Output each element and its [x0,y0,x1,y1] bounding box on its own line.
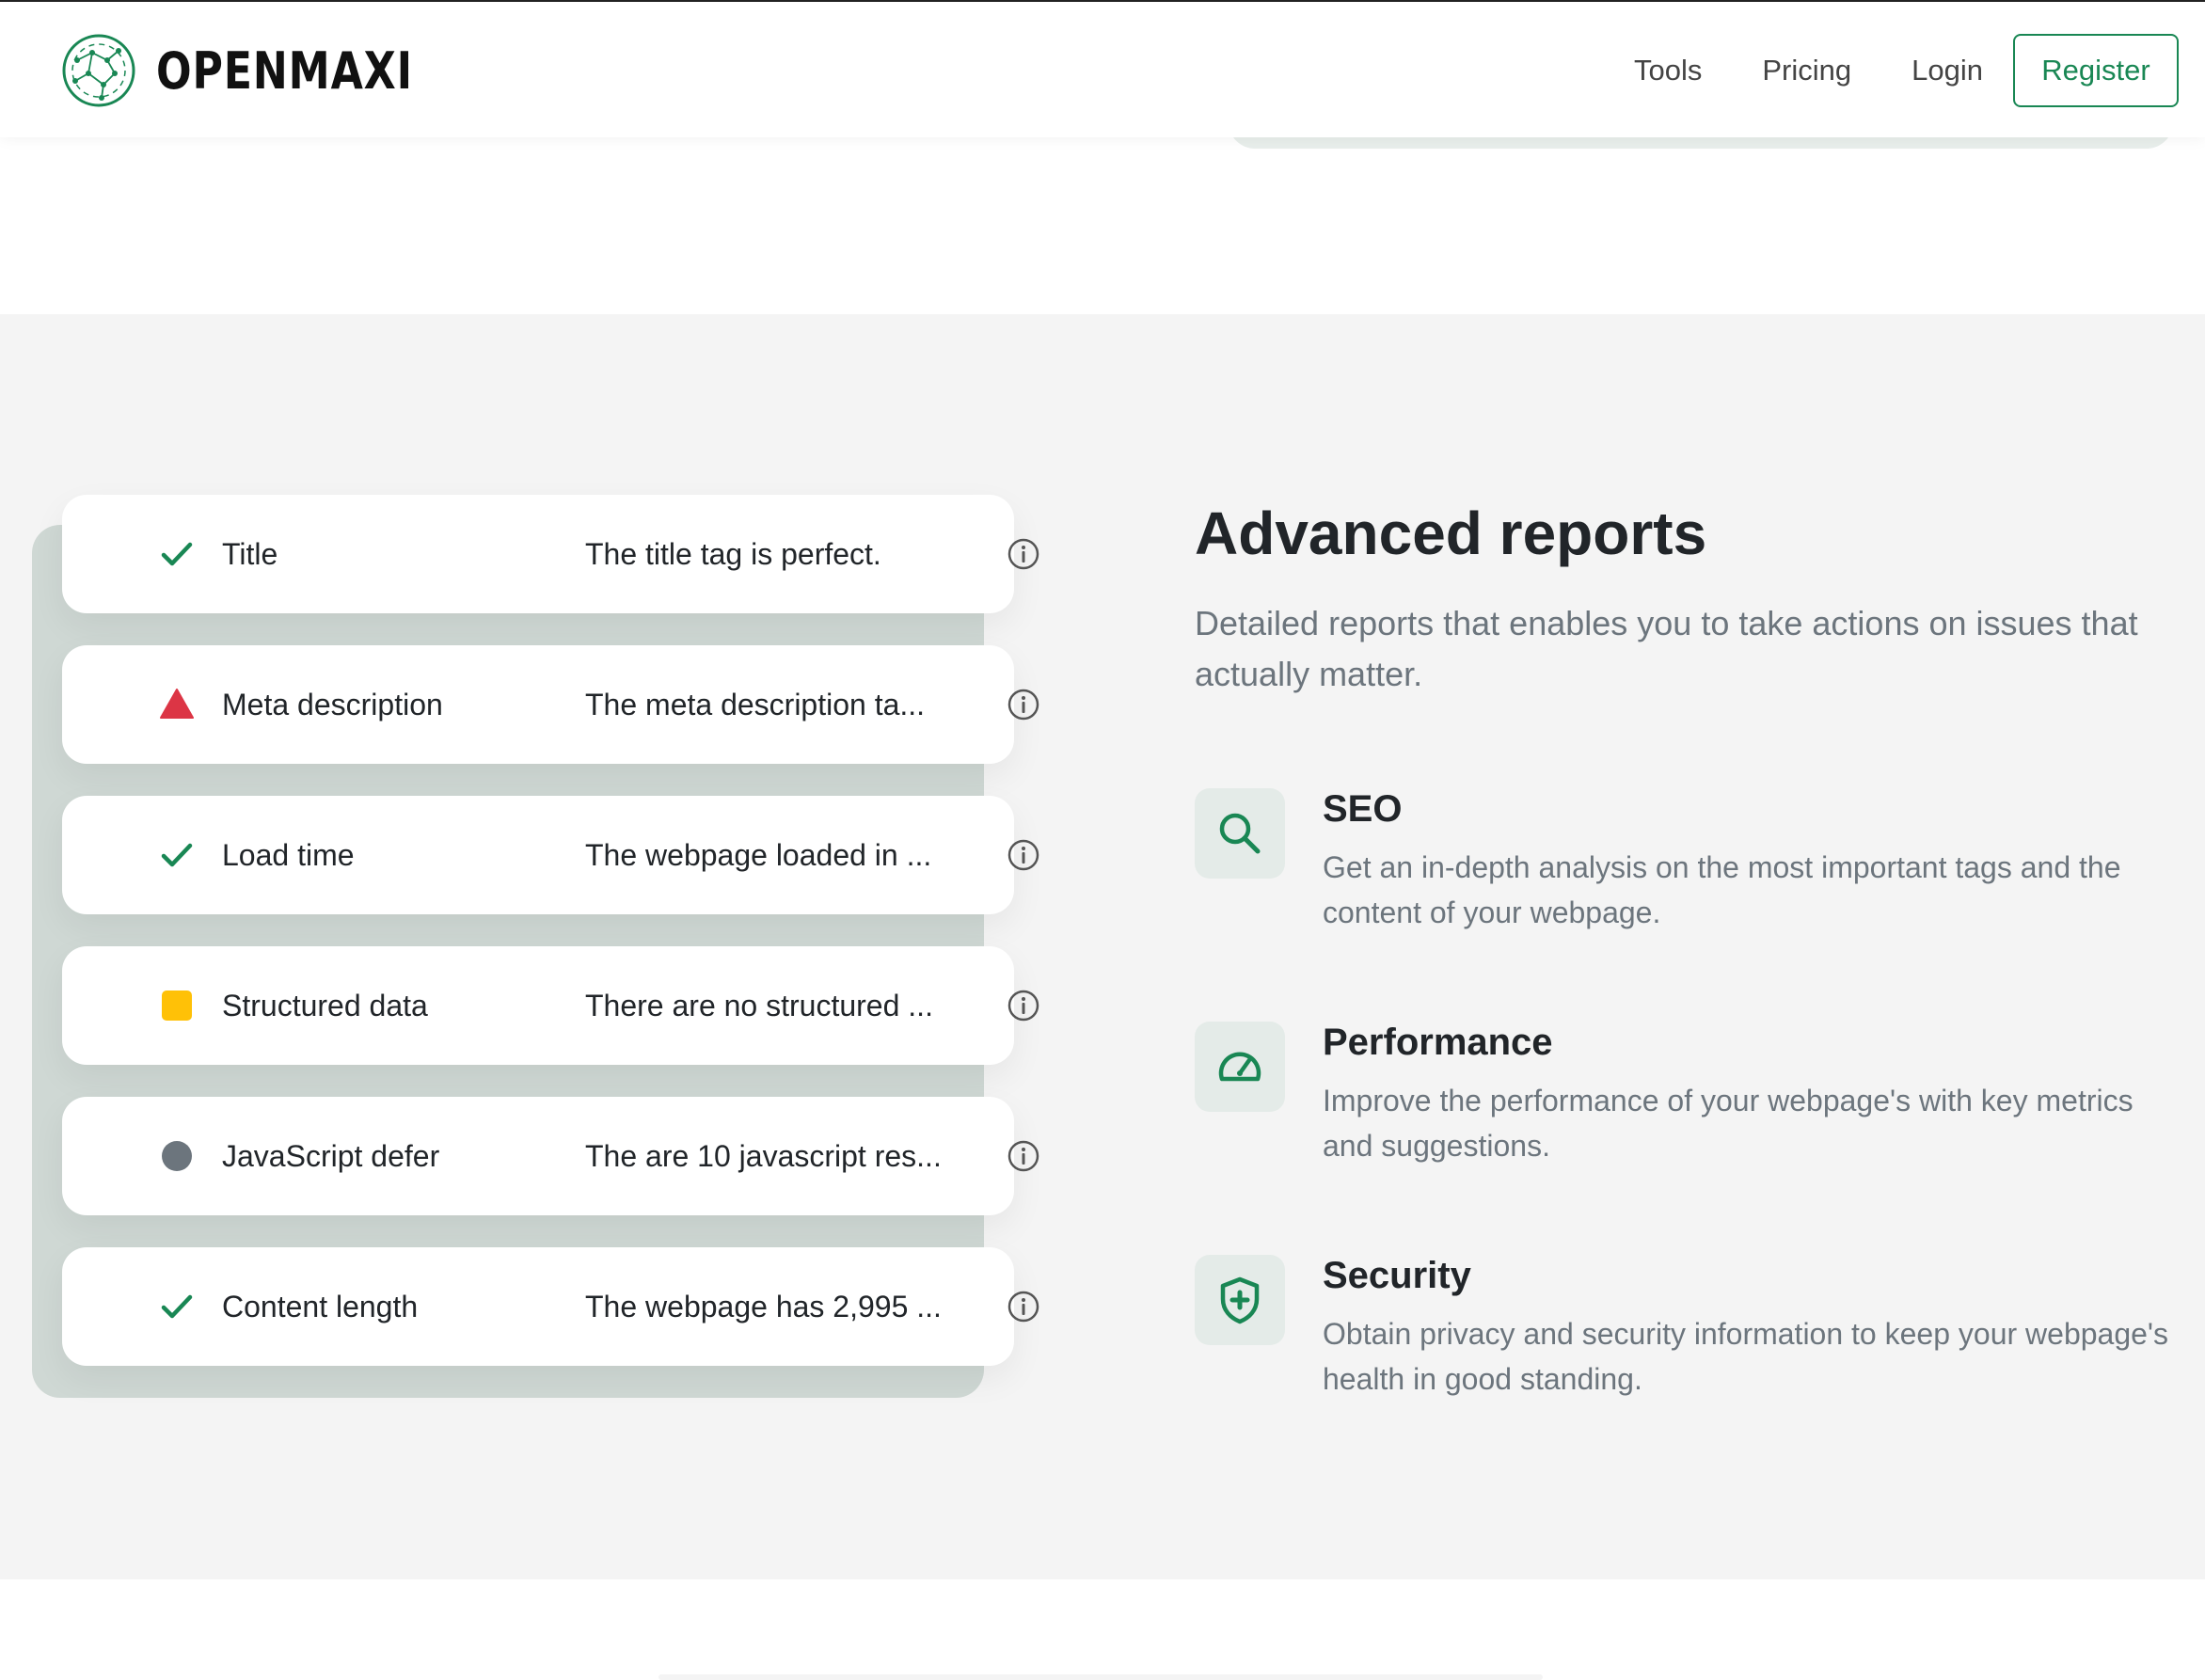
feature-title: Performance [1323,1022,1553,1063]
nav-tools[interactable]: Tools [1634,54,1702,87]
advanced-reports-section: Title The title tag is perfect. Meta des… [0,314,2205,1579]
square-status-icon [158,987,196,1024]
search-icon [1195,788,1285,879]
row-label: Title [222,536,278,571]
info-icon[interactable] [1007,537,1040,571]
check-icon [158,836,196,874]
register-button[interactable]: Register [2013,34,2179,107]
site-header: OPENMAXI Tools Pricing Login Register [0,2,2205,137]
nav-pricing[interactable]: Pricing [1762,54,1851,87]
check-icon [158,1288,196,1325]
section-lead: Detailed reports that enables you to tak… [1195,604,2138,693]
check-icon [158,535,196,573]
feature-text: Obtain privacy and security information … [1323,1317,2169,1396]
main-nav: Tools Pricing Login Register [1634,34,2179,107]
report-row-title: Title The title tag is perfect. [62,495,1039,613]
page: OPENMAXI Tools Pricing Login Register Ti… [0,0,2205,1680]
info-icon[interactable] [1007,838,1040,872]
nav-login[interactable]: Login [1912,54,1983,87]
speedometer-icon [1195,1022,1285,1112]
info-icon[interactable] [1007,1139,1040,1173]
row-label: Structured data [222,988,428,1022]
brand-logo[interactable]: OPENMAXI [60,32,469,109]
circle-status-icon [158,1137,196,1175]
info-icon[interactable] [1007,1290,1040,1323]
next-section-card-edge [658,1674,1543,1680]
row-value: The webpage has 2,995 ... [585,1289,942,1323]
feature-title: Security [1323,1255,1471,1296]
row-label: Load time [222,837,355,872]
row-value: The webpage loaded in ... [585,837,932,872]
triangle-warning-icon [158,686,196,723]
row-label: Meta description [222,687,443,721]
report-row-javascript-defer: JavaScript defer The are 10 javascript r… [62,1097,1039,1215]
feature-title: SEO [1323,788,1403,830]
feature-text: Improve the performance of your webpage'… [1323,1084,2134,1163]
shield-plus-icon [1195,1255,1285,1345]
feature-text: Get an in-depth analysis on the most imp… [1323,850,2121,929]
report-row-content-length: Content length The webpage has 2,995 ... [62,1247,1039,1366]
top-border [0,0,2205,2]
section-title: Advanced reports [1195,499,1707,567]
row-label: JavaScript defer [222,1138,440,1173]
row-value: There are no structured ... [585,988,933,1022]
row-value: The title tag is perfect. [585,536,881,571]
constellation-logo-icon [62,34,135,107]
report-row-meta-description: Meta description The meta description ta… [62,645,1039,764]
report-row-load-time: Load time The webpage loaded in ... [62,796,1039,914]
row-label: Content length [222,1289,419,1323]
row-value: The meta description ta... [585,687,926,721]
info-icon[interactable] [1007,989,1040,1022]
brand-name: OPENMAXI [156,40,413,101]
info-icon[interactable] [1007,688,1040,721]
row-value: The are 10 javascript res... [585,1138,942,1173]
report-row-structured-data: Structured data There are no structured … [62,946,1039,1065]
